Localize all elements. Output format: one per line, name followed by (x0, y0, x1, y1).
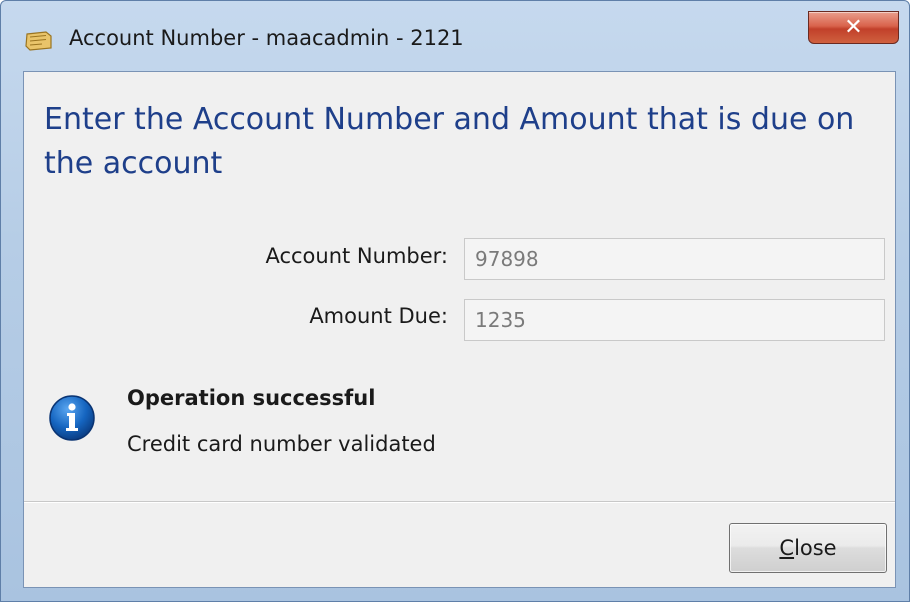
account-number-field[interactable] (464, 238, 885, 280)
close-button[interactable]: Close (729, 523, 887, 573)
close-icon: ✕ (844, 15, 863, 40)
message-title: Operation successful (127, 386, 376, 410)
message-body: Credit card number validated (127, 432, 436, 456)
window-close-button[interactable]: ✕ (808, 11, 899, 44)
close-button-label-rest: lose (794, 536, 837, 560)
dialog-client-area: Enter the Account Number and Amount that… (23, 71, 896, 588)
info-icon (49, 395, 95, 441)
app-icon (25, 31, 52, 51)
account-number-label: Account Number: (265, 244, 448, 268)
window-title: Account Number - maacadmin - 2121 (69, 26, 464, 50)
dialog-window: Account Number - maacadmin - 2121 ✕ Ente… (0, 0, 910, 602)
amount-due-field[interactable] (464, 299, 885, 341)
dialog-heading: Enter the Account Number and Amount that… (44, 102, 855, 181)
title-bar[interactable]: Account Number - maacadmin - 2121 ✕ (1, 1, 909, 71)
amount-due-label: Amount Due: (309, 304, 448, 328)
dialog-footer: Close (24, 503, 895, 587)
close-button-accelerator: C (779, 536, 795, 560)
dialog-content: Enter the Account Number and Amount that… (24, 72, 895, 501)
